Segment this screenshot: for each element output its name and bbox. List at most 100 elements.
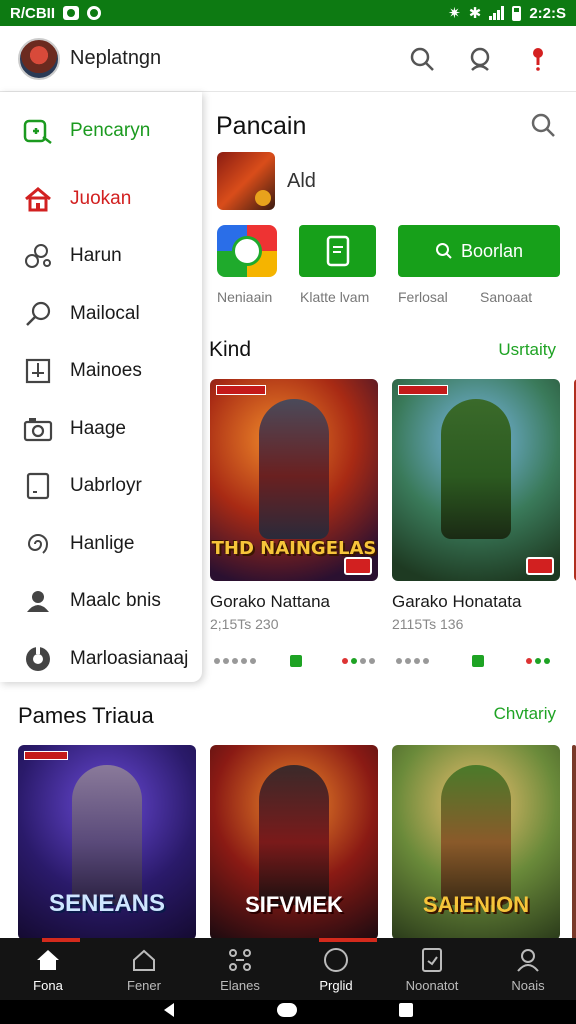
board-icon [22, 355, 54, 387]
app-name: Ald [287, 169, 316, 192]
quick-action-label: Klatte lvam [300, 289, 370, 305]
game-meta: 2;15Ts 230 [210, 616, 279, 632]
rating-badge [344, 557, 372, 575]
sidebar-item-haage[interactable]: Haage [0, 400, 202, 458]
nav-item-fona[interactable]: Fona [0, 938, 96, 1000]
sidebar-item-label: Harun [70, 245, 122, 267]
avatar[interactable] [18, 37, 60, 80]
nav-item-noonatot[interactable]: Noonatot [384, 938, 480, 1000]
magnifier-icon [22, 298, 54, 330]
sidebar-item-mainoes[interactable]: Mainoes [0, 343, 202, 401]
group-icon [22, 585, 54, 617]
game-logo: SAIENION [422, 892, 530, 917]
compass-icon [322, 946, 350, 974]
sidebar-item-label: Hanlige [70, 532, 135, 554]
sidebar-item-label: Pencaryn [70, 120, 151, 141]
controller-icon [22, 115, 54, 147]
sidebar-drawer: Pencaryn Juokan Harun Mailocal Mainoes H… [0, 92, 202, 682]
sidebar-item-uabrloyr[interactable]: Uabrloyr [0, 458, 202, 516]
game-artwork [441, 765, 511, 905]
alert-icon[interactable] [518, 39, 558, 79]
search-icon[interactable] [402, 39, 442, 79]
nav-label: Elanes [220, 977, 260, 993]
game-card[interactable] [392, 379, 560, 581]
rating-badge [526, 557, 554, 575]
section-title-pames: Pames Triaua [18, 703, 154, 728]
game-name: Garako Honatata [392, 592, 522, 611]
sync-icon [87, 6, 101, 20]
notification-icon [63, 6, 79, 20]
sidebar-item-label: Marloasianaaj [70, 647, 189, 669]
game-artwork [259, 765, 329, 905]
spiral-icon [22, 528, 54, 560]
game-card[interactable]: SAIENION [392, 745, 560, 940]
badge [398, 385, 448, 395]
section-link-kind[interactable]: Usrtaity [498, 340, 556, 360]
nav-item-noais[interactable]: Noais [480, 938, 576, 1000]
phone-app-button[interactable] [299, 225, 376, 277]
home-icon [34, 946, 62, 974]
sidebar-item-harun[interactable]: Harun [0, 228, 202, 286]
sidebar-item-maalc-bnis[interactable]: Maalc bnis [0, 573, 202, 631]
nav-item-elanes[interactable]: Elanes [192, 938, 288, 1000]
tag-icon [472, 655, 484, 667]
sidebar-item-hanlige[interactable]: Hanlige [0, 515, 202, 573]
nav-item-fener[interactable]: Fener [96, 938, 192, 1000]
sidebar-item-label: Haage [70, 417, 126, 439]
game-meta: 2115Ts 136 [392, 616, 464, 632]
status-left-text: R/CBII [10, 4, 55, 22]
status-bar: R/CBII ✷ ✱ 2:2:S [0, 0, 576, 26]
game-artwork [72, 765, 142, 905]
sidebar-item-juokan[interactable]: Juokan [0, 170, 202, 228]
panel-search-icon[interactable] [530, 112, 558, 140]
rating-dots [214, 658, 256, 664]
game-card[interactable]: THD NAINGELAS [210, 379, 378, 581]
nav-label: Prglid [319, 977, 353, 993]
home-button-icon[interactable] [276, 1002, 298, 1023]
nav-item-prglid[interactable]: Prglid [288, 938, 384, 1000]
nav-label: Noais [511, 977, 545, 993]
multicolor-app-icon[interactable] [217, 225, 277, 277]
game-artwork [259, 399, 329, 539]
sidebar-item-label: Juokan [70, 187, 132, 209]
quick-action-label: Neniaain [217, 289, 273, 305]
game-logo: THD NAINGELAS [211, 538, 377, 559]
quick-action-label: Ferlosal [398, 289, 448, 305]
sidebar-item-label: Maalc bnis [70, 590, 161, 612]
profile-icon[interactable] [460, 39, 500, 79]
section-link-pames[interactable]: Chvtariy [494, 704, 556, 724]
gear-icon: ✷ [448, 5, 461, 22]
phone-icon [326, 235, 349, 267]
nav-label: Noonatot [405, 977, 459, 993]
system-navigation [0, 1000, 576, 1024]
sidebar-item-mailocal[interactable]: Mailocal [0, 285, 202, 343]
rating-dots [342, 658, 375, 664]
quick-action-label: Sanoaat [480, 289, 533, 305]
tag-icon [290, 655, 302, 667]
game-card-peek[interactable] [572, 745, 576, 940]
grid-icon [226, 946, 254, 974]
sidebar-item-pencaryn[interactable]: Pencaryn [0, 92, 202, 170]
game-logo: SIFVMEK [245, 892, 343, 917]
back-icon[interactable] [162, 1002, 176, 1023]
recents-icon[interactable] [398, 1002, 414, 1023]
app-row[interactable]: Ald [217, 152, 316, 210]
game-card[interactable]: SENEANS [18, 745, 196, 940]
game-card[interactable]: SIFVMEK [210, 745, 378, 940]
person-icon [514, 946, 542, 974]
app-title: Neplatngn [70, 47, 162, 69]
camera-icon [22, 413, 54, 445]
sidebar-item-label: Uabrloyr [70, 475, 142, 497]
search-icon [435, 243, 452, 259]
app-thumbnail[interactable] [217, 152, 275, 210]
wifi-icon: ✱ [468, 5, 482, 22]
circle-icon [22, 643, 54, 675]
sidebar-item-marloasianaaj[interactable]: Marloasianaaj [0, 630, 202, 688]
battery-icon [512, 5, 522, 21]
game-logo: SENEANS [48, 890, 166, 917]
search-action-label: Boorlan [460, 240, 524, 261]
game-artwork [441, 399, 511, 539]
section-title-kind: Kind [209, 338, 252, 361]
search-action-button[interactable]: Boorlan [398, 225, 560, 277]
game-name: Gorako Nattana [210, 592, 331, 611]
